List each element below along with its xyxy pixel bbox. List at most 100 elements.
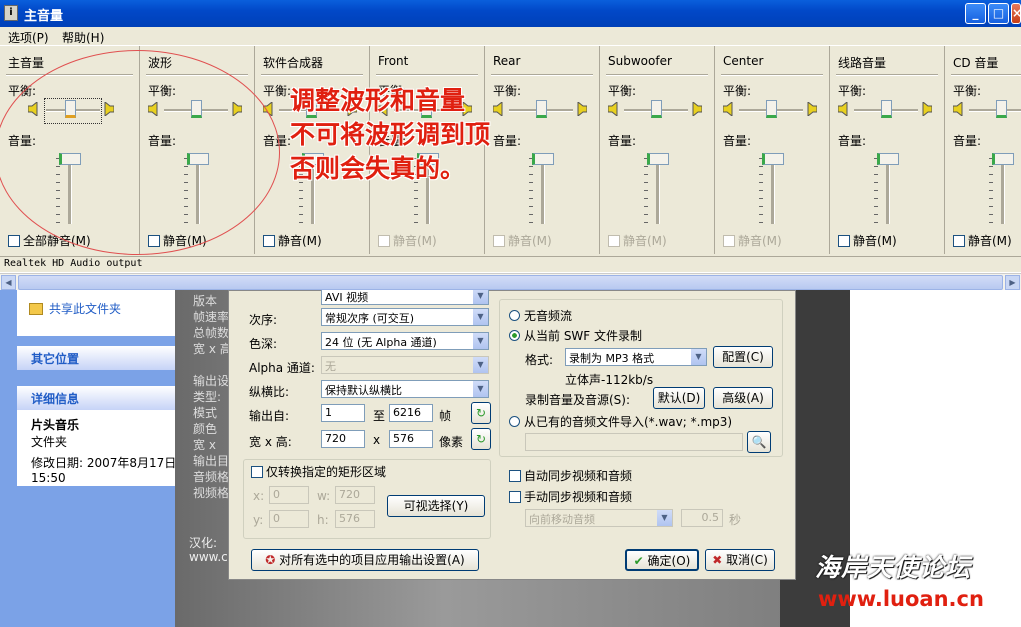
- bg-label: 颜色: [193, 422, 218, 436]
- browse-icon[interactable]: 🔍: [747, 431, 771, 453]
- config-button[interactable]: 配置(C): [713, 346, 773, 368]
- tasks-panel: 共享此文件夹: [17, 290, 177, 336]
- to-frame-input[interactable]: 6216: [389, 404, 433, 422]
- visual-select-button[interactable]: 可视选择(Y): [387, 495, 485, 517]
- rect-h-label: h:: [317, 513, 329, 527]
- mute-checkbox[interactable]: 静音(M): [608, 232, 667, 249]
- volume-track[interactable]: [541, 156, 545, 224]
- rect-checkbox[interactable]: 仅转换指定的矩形区域: [251, 463, 386, 480]
- chevron-down-icon: ▼: [691, 349, 706, 365]
- bg-label: 版本: [193, 294, 218, 308]
- advanced-button[interactable]: 高级(A): [713, 387, 773, 409]
- balance-track[interactable]: [969, 109, 1021, 112]
- seconds-input[interactable]: 0.5: [681, 509, 723, 527]
- balance-label: 平衡:: [953, 84, 982, 98]
- height-input[interactable]: 576: [389, 430, 433, 448]
- rect-w-input[interactable]: 720: [335, 486, 375, 504]
- apply-icon: ✪: [265, 553, 280, 567]
- share-folder-link[interactable]: 共享此文件夹: [29, 300, 121, 317]
- volume-slider[interactable]: [877, 153, 899, 165]
- share-icon: [29, 303, 43, 315]
- mute-checkbox[interactable]: 静音(M): [378, 232, 437, 249]
- frames-label: 帧: [439, 409, 452, 423]
- import-audio-radio[interactable]: 从已有的音频文件导入(*.wav; *.mp3): [509, 413, 732, 430]
- channel-name: Center: [723, 54, 764, 68]
- channel-strip: Rear 平衡: 音量: 静音(M): [485, 46, 600, 254]
- scroll-left-icon[interactable]: ◀: [1, 275, 16, 290]
- details-header[interactable]: 详细信息: [17, 386, 177, 410]
- folder-type: 文件夹: [31, 435, 68, 449]
- default-button[interactable]: 默认(D): [653, 387, 705, 409]
- scroll-right-icon[interactable]: ▶: [1005, 275, 1020, 290]
- mute-checkbox[interactable]: 静音(M): [723, 232, 782, 249]
- format-select[interactable]: 录制为 MP3 格式 ▼: [565, 348, 707, 366]
- balance-slider[interactable]: [881, 100, 892, 118]
- annotation-line-1: 调整波形和音量: [290, 86, 466, 115]
- record-swf-radio[interactable]: 从当前 SWF 文件录制: [509, 327, 642, 344]
- balance-slider[interactable]: [536, 100, 547, 118]
- volume-track[interactable]: [886, 156, 890, 224]
- audio-file-input[interactable]: [525, 433, 743, 451]
- format-label: 格式:: [525, 353, 554, 367]
- speaker-right-icon: [807, 102, 817, 116]
- check-icon: ✔: [633, 554, 648, 568]
- channel-strip: Center 平衡: 音量: 静音(M): [715, 46, 830, 254]
- volume-slider[interactable]: [992, 153, 1014, 165]
- alpha-label: Alpha 通道:: [249, 361, 315, 375]
- volume-track[interactable]: [656, 156, 660, 224]
- speaker-left-icon: [838, 102, 848, 116]
- rect-x-input[interactable]: 0: [269, 486, 309, 504]
- window-title: 主音量: [24, 9, 64, 24]
- other-places-header[interactable]: 其它位置: [17, 346, 177, 370]
- annotation-circle: [0, 50, 280, 255]
- horizontal-scrollbar[interactable]: ◀ ▶: [0, 273, 1021, 290]
- volume-track[interactable]: [771, 156, 775, 224]
- speaker-left-icon: [493, 102, 503, 116]
- volume-slider[interactable]: [762, 153, 784, 165]
- mute-checkbox[interactable]: 静音(M): [493, 232, 552, 249]
- balance-slider[interactable]: [766, 100, 777, 118]
- balance-slider[interactable]: [651, 100, 662, 118]
- title-bar[interactable]: i 主音量 _ □ ×: [0, 0, 1021, 27]
- menu-help[interactable]: 帮助(H): [62, 29, 104, 46]
- aspect-label: 纵横比:: [249, 385, 290, 399]
- mute-checkbox[interactable]: 静音(M): [263, 232, 322, 249]
- minimize-button[interactable]: _: [965, 3, 986, 24]
- volume-track[interactable]: [1001, 156, 1005, 224]
- volume-slider[interactable]: [532, 153, 554, 165]
- no-audio-radio[interactable]: 无音频流: [509, 307, 572, 324]
- refresh-icon[interactable]: ↻: [471, 402, 491, 424]
- rect-h-input[interactable]: 576: [335, 510, 375, 528]
- record-volume-label: 录制音量及音源(S):: [525, 393, 631, 407]
- auto-sync-checkbox[interactable]: 自动同步视频和音频: [509, 467, 632, 484]
- mute-checkbox[interactable]: 静音(M): [953, 232, 1012, 249]
- alpha-select[interactable]: 无 ▼: [321, 356, 489, 374]
- volume-slider[interactable]: [647, 153, 669, 165]
- refresh-icon[interactable]: ↻: [471, 428, 491, 450]
- close-button[interactable]: ×: [1011, 3, 1021, 24]
- width-input[interactable]: 720: [321, 430, 365, 448]
- mute-checkbox[interactable]: 静音(M): [838, 232, 897, 249]
- rect-y-input[interactable]: 0: [269, 510, 309, 528]
- cancel-button[interactable]: ✖ 取消(C): [705, 549, 775, 571]
- ok-button[interactable]: ✔ 确定(O): [625, 549, 699, 571]
- scroll-thumb[interactable]: [18, 275, 1003, 290]
- channel-strip: CD 音量 平衡: 音量: 静音(M): [945, 46, 1021, 254]
- apply-all-button[interactable]: ✪ 对所有选中的项目应用输出设置(A): [251, 549, 479, 571]
- move-audio-select[interactable]: 向前移动音频 ▼: [525, 509, 673, 527]
- volume-label: 音量:: [723, 134, 752, 148]
- from-frame-input[interactable]: 1: [321, 404, 365, 422]
- maximize-button[interactable]: □: [988, 3, 1009, 24]
- balance-label: 平衡:: [723, 84, 752, 98]
- balance-slider[interactable]: [996, 100, 1007, 118]
- aspect-select[interactable]: 保持默认纵横比 ▼: [321, 380, 489, 398]
- rect-w-label: w:: [317, 489, 331, 503]
- depth-select[interactable]: 24 位 (无 Alpha 通道) ▼: [321, 332, 489, 350]
- order-select[interactable]: 常规次序 (可交互) ▼: [321, 308, 489, 326]
- watermark-text: 海岸天使论坛: [815, 553, 972, 582]
- manual-sync-checkbox[interactable]: 手动同步视频和音频: [509, 488, 632, 505]
- menu-options[interactable]: 选项(P): [8, 29, 49, 46]
- channel-name: 线路音量: [838, 56, 887, 70]
- speaker-left-icon: [953, 102, 963, 116]
- bg-label: 总帧数: [193, 326, 230, 340]
